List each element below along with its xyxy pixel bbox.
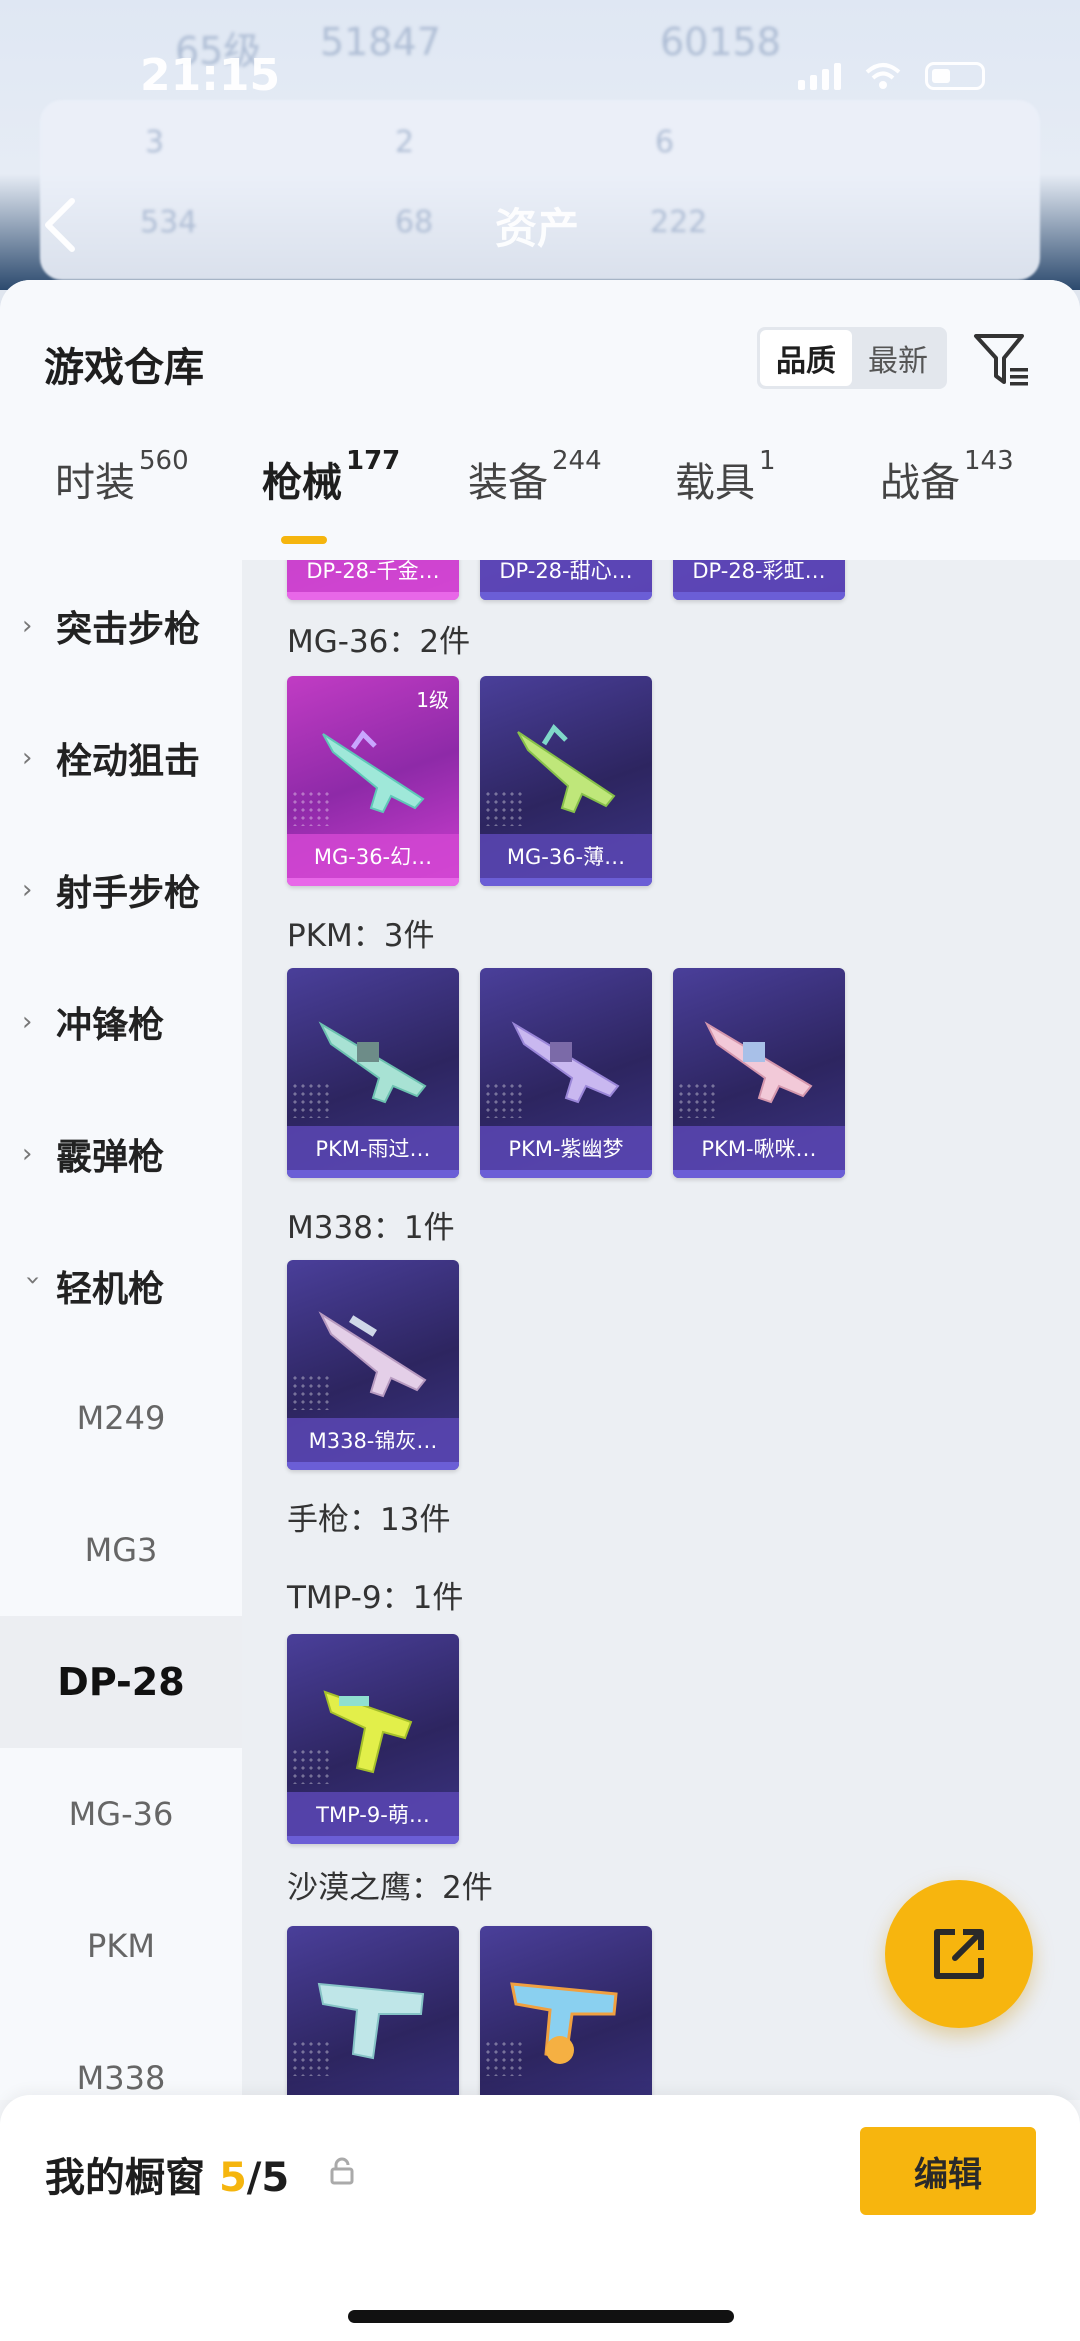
tab-battle-gear[interactable]: 战备 143	[880, 446, 1014, 508]
chevron-right-icon: ›	[22, 1139, 33, 1169]
background-stat: 68	[395, 205, 434, 240]
share-icon	[934, 1929, 984, 1979]
sort-toggle: 品质 最新	[757, 327, 947, 389]
smg-icon	[323, 1690, 413, 1774]
chevron-right-icon: ›	[22, 1007, 33, 1037]
lock-icon	[330, 2157, 354, 2185]
category-tabs: 时装 560 枪械 177 装备 244 载具 1 战备 143	[0, 446, 1080, 560]
sniper-rifle-icon	[318, 1311, 427, 1398]
wifi-icon	[865, 63, 901, 89]
tab-vehicles[interactable]: 载具 1	[675, 446, 776, 508]
background-stat: 3	[145, 125, 165, 160]
sidebar-item-marksman-rifle[interactable]: › 射手步枪	[0, 824, 242, 956]
tab-firearms[interactable]: 枪械 177	[262, 446, 400, 508]
weapon-card[interactable]	[287, 1926, 459, 2100]
background-stat: 2	[395, 125, 415, 160]
sidebar-subitem-dp28[interactable]: DP-28	[0, 1616, 242, 1748]
sidebar-subitem-pkm[interactable]: PKM	[0, 1880, 242, 2012]
pistol-icon	[510, 1982, 618, 2064]
weapon-card[interactable]	[480, 1926, 652, 2100]
share-button[interactable]	[885, 1880, 1033, 2028]
background-stat: 6	[655, 125, 675, 160]
group-label-m338: M338：1件	[287, 1210, 455, 1246]
weapon-card[interactable]: MG-36-薄…	[480, 676, 652, 886]
weapon-grid: DP-28-千金… DP-28-甜心… DP-28-彩虹… MG-36：2件 1…	[242, 560, 1080, 2100]
weapon-card[interactable]: 1级 MG-36-幻…	[287, 676, 459, 886]
machine-gun-icon	[318, 1021, 427, 1104]
chevron-down-icon: ›	[18, 1275, 48, 1286]
sidebar-subitem-mg36[interactable]: MG-36	[0, 1748, 242, 1880]
background-page-title: 资产	[495, 204, 580, 253]
sidebar-item-assault-rifle[interactable]: › 突击步枪	[0, 560, 242, 692]
background-stat: 222	[650, 205, 708, 240]
sidebar-item-bolt-sniper[interactable]: › 栓动狙击	[0, 692, 242, 824]
warehouse-sheet: 游戏仓库 品质 最新 时装 560 枪械 177 装备 244 载具 1 战备 143 ›…	[0, 280, 1080, 2341]
sort-quality-button[interactable]: 品质	[760, 330, 852, 386]
signal-icon	[798, 62, 841, 90]
weapon-card[interactable]: PKM-雨过…	[287, 968, 459, 1178]
chevron-right-icon: ›	[22, 611, 33, 641]
showcase-bar: 我的橱窗 5/5 编辑	[0, 2095, 1080, 2341]
showcase-total-count: /5	[246, 2155, 290, 2201]
weapon-card[interactable]: PKM-啾咪…	[673, 968, 845, 1178]
sidebar-item-shotgun[interactable]: › 霰弹枪	[0, 1088, 242, 1220]
rifle-icon	[517, 724, 616, 814]
weapon-card[interactable]: DP-28-彩虹…	[673, 560, 845, 600]
pistol-icon	[317, 1982, 425, 2060]
background-stat: 51847	[320, 20, 441, 64]
status-time: 21:15	[140, 50, 281, 101]
group-label-tmp9: TMP-9：1件	[287, 1580, 464, 1616]
showcase-used-count: 5	[218, 2155, 247, 2201]
weapon-card[interactable]: M338-锦灰…	[287, 1260, 459, 1470]
filter-icon[interactable]	[972, 330, 1032, 390]
weapon-card[interactable]: TMP-9-萌…	[287, 1634, 459, 1844]
weapon-card[interactable]: DP-28-甜心…	[480, 560, 652, 600]
edit-button[interactable]: 编辑	[860, 2127, 1036, 2215]
machine-gun-icon	[511, 1021, 620, 1104]
home-indicator	[348, 2310, 734, 2323]
back-arrow-icon[interactable]	[40, 195, 80, 255]
group-label-pkm: PKM：3件	[287, 918, 435, 954]
sidebar-subitem-m249[interactable]: M249	[0, 1352, 242, 1484]
showcase-label: 我的橱窗 5/5	[45, 2155, 290, 2201]
sheet-header: 游戏仓库 品质 最新 时装 560 枪械 177 装备 244 载具 1 战备 143	[0, 280, 1080, 560]
group-label-mg36: MG-36：2件	[287, 624, 471, 660]
sort-newest-button[interactable]: 最新	[852, 330, 944, 386]
weapon-category-sidebar: › 突击步枪 › 栓动狙击 › 射手步枪 › 冲锋枪 › 霰弹枪 › 轻机枪 M…	[0, 560, 242, 2100]
tab-equipment[interactable]: 装备 244	[468, 446, 602, 508]
active-tab-indicator	[281, 536, 327, 544]
battery-icon	[925, 62, 985, 90]
background-stat: 534	[140, 205, 198, 240]
sidebar-subitem-mg3[interactable]: MG3	[0, 1484, 242, 1616]
status-icons	[798, 62, 985, 90]
weapon-card[interactable]: PKM-紫幽梦	[480, 968, 652, 1178]
weapon-card[interactable]: DP-28-千金…	[287, 560, 459, 600]
sidebar-item-smg[interactable]: › 冲锋枪	[0, 956, 242, 1088]
tab-costume[interactable]: 时装 560	[55, 446, 189, 508]
rifle-icon	[322, 730, 425, 814]
chevron-right-icon: ›	[22, 743, 33, 773]
machine-gun-icon	[704, 1021, 813, 1104]
sidebar-item-lmg[interactable]: › 轻机枪	[0, 1220, 242, 1352]
background-stat: 60158	[660, 20, 781, 64]
group-label-pistols: 手枪：13件	[287, 1502, 451, 1538]
chevron-right-icon: ›	[22, 875, 33, 905]
group-label-desert-eagle: 沙漠之鹰：2件	[287, 1870, 493, 1906]
sheet-title: 游戏仓库	[44, 345, 204, 391]
